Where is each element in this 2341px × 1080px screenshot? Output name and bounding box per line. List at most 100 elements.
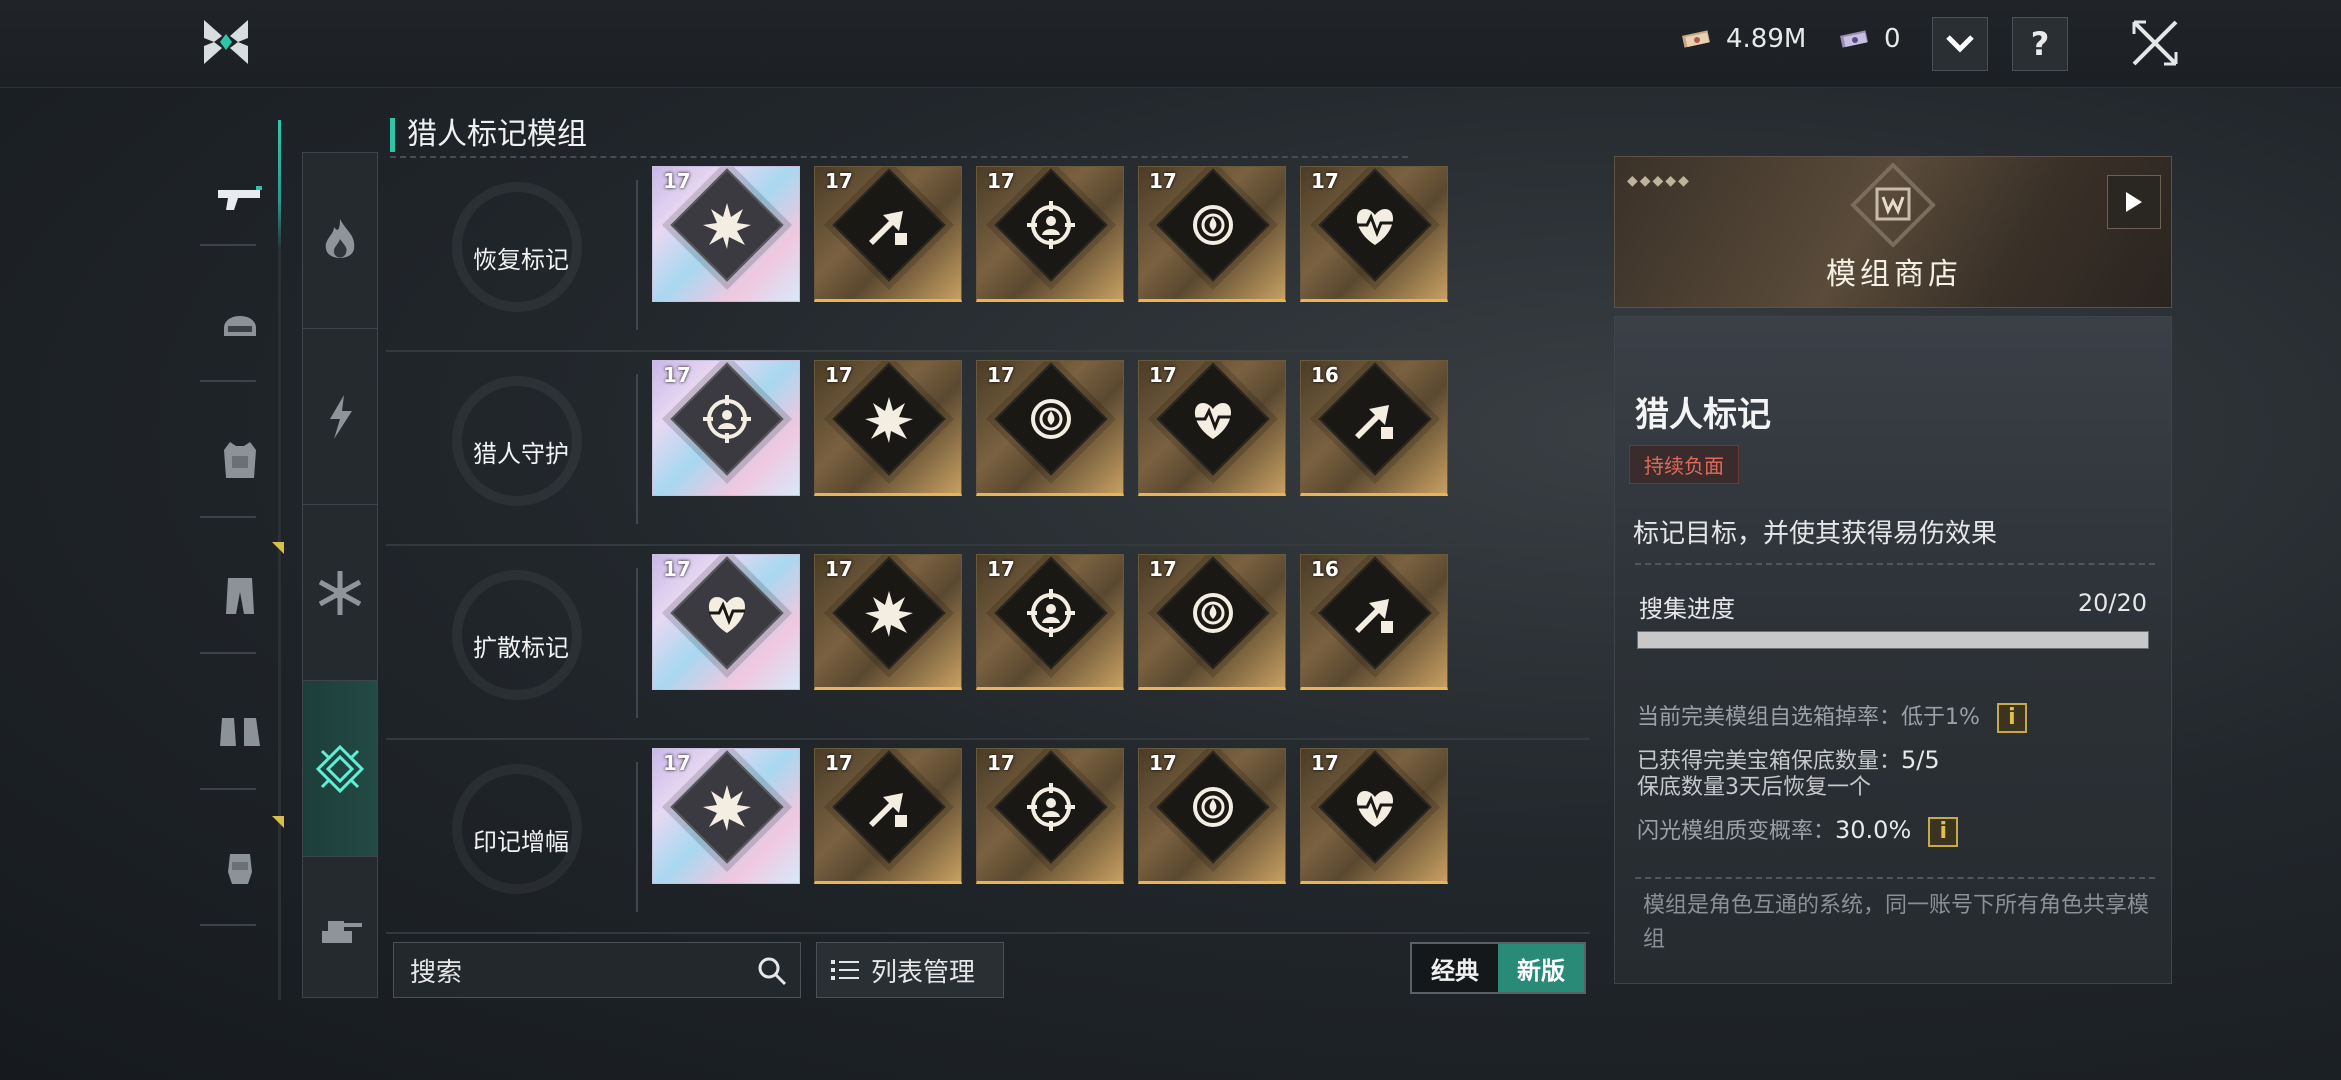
arrow-burst-icon: [869, 211, 907, 245]
module-card[interactable]: 17: [652, 360, 800, 496]
search-input[interactable]: 搜索: [393, 942, 801, 998]
explosion-icon: [703, 203, 751, 249]
detail-divider: [1635, 563, 2155, 565]
hunter-mark-icon: [315, 744, 365, 793]
module-category-column: [302, 152, 378, 998]
currency-tickets: 0: [1838, 24, 1901, 54]
arrow-burst-icon: [1355, 599, 1393, 633]
toggle-new[interactable]: 新版: [1498, 944, 1584, 992]
vest-icon: [224, 442, 256, 478]
list-manage-label: 列表管理: [871, 957, 976, 988]
rail-item-gloves[interactable]: [200, 808, 280, 928]
module-row: 扩散标记 17 17 17 17 16: [386, 550, 1590, 740]
info-icon[interactable]: i: [1928, 817, 1959, 847]
category-frost[interactable]: [303, 505, 377, 681]
currency-credits: 4.89M: [1680, 24, 1806, 54]
arrow-burst-icon: [1355, 405, 1393, 439]
category-hunter-mark[interactable]: [303, 681, 377, 857]
module-card[interactable]: 17: [976, 748, 1124, 884]
category-fire[interactable]: [303, 153, 377, 329]
row-label: 猎人守护: [473, 439, 569, 468]
layout-toggle[interactable]: 经典 新版: [1410, 942, 1586, 994]
snowflake-icon: [318, 570, 362, 615]
module-card[interactable]: 16: [1300, 554, 1448, 690]
heart-pulse-icon: [708, 597, 746, 633]
module-level: 17: [1149, 557, 1177, 581]
row-divider: [636, 568, 638, 718]
drop-rate-label: 当前完美模组自选箱掉率：: [1637, 705, 1902, 730]
mutation-label: 闪光模组质变概率：: [1637, 819, 1836, 844]
game-logo-icon: [204, 20, 248, 64]
module-card[interactable]: 17: [976, 360, 1124, 496]
toggle-classic[interactable]: 经典: [1412, 944, 1498, 992]
boots-icon: [220, 718, 260, 746]
rail-item-armor[interactable]: [200, 400, 280, 520]
module-level: 17: [987, 363, 1015, 387]
list-manage-button[interactable]: 列表管理: [816, 942, 1004, 998]
detail-divider: [1635, 877, 2155, 879]
module-card[interactable]: 17: [652, 748, 800, 884]
pity-reset-line: 保底数量3天后恢复一个: [1637, 775, 1871, 800]
module-card[interactable]: 17: [976, 166, 1124, 302]
module-level: 17: [825, 751, 853, 775]
chevron-down-icon: [1946, 35, 1974, 53]
rail-item-weapon[interactable]: [200, 140, 280, 260]
module-card[interactable]: 17: [976, 554, 1124, 690]
rail-separator: [200, 380, 256, 382]
shop-open-button[interactable]: [2107, 175, 2161, 229]
module-card[interactable]: 17: [814, 554, 962, 690]
module-level: 17: [1149, 751, 1177, 775]
module-card[interactable]: 17: [1138, 166, 1286, 302]
target-drop-icon: [1193, 205, 1233, 245]
module-level: 17: [987, 557, 1015, 581]
help-label: ?: [2030, 25, 2050, 63]
row-label: 恢复标记: [473, 245, 569, 274]
rail-item-helmet[interactable]: [200, 264, 280, 384]
module-card[interactable]: 17: [652, 554, 800, 690]
module-card[interactable]: 17: [1138, 748, 1286, 884]
module-card[interactable]: 17: [1300, 748, 1448, 884]
module-level: 17: [1311, 169, 1339, 193]
category-turret[interactable]: [303, 857, 377, 997]
help-button[interactable]: ?: [2012, 17, 2068, 71]
crosshair-person-icon: [703, 395, 751, 443]
shop-title: 模组商店: [1826, 257, 1962, 292]
shop-emblem-icon: [1850, 163, 1936, 247]
rail-separator: [200, 924, 256, 926]
module-card[interactable]: 17: [814, 360, 962, 496]
close-icon[interactable]: [2128, 16, 2182, 70]
category-lightning[interactable]: [303, 329, 377, 505]
module-card[interactable]: 17: [814, 748, 962, 884]
rail-item-pants[interactable]: [200, 536, 280, 656]
explosion-icon: [865, 591, 913, 637]
crosshair-person-icon: [1027, 783, 1075, 831]
list-icon: [831, 960, 859, 980]
explosion-icon: [865, 397, 913, 443]
equipment-rail: [200, 140, 284, 1000]
pistol-icon: [218, 186, 262, 210]
module-shop-banner[interactable]: ◆◆◆◆◆ 模组商店: [1614, 156, 2172, 308]
crosshair-person-icon: [1027, 589, 1075, 637]
search-icon[interactable]: [756, 955, 788, 987]
module-level: 17: [825, 363, 853, 387]
row-label: 印记增幅: [473, 827, 569, 856]
dropdown-button[interactable]: [1932, 17, 1988, 71]
module-detail-panel: 猎人标记 持续负面 标记目标，并使其获得易伤效果 搜集进度 20/20 当前完美…: [1614, 316, 2172, 984]
module-card[interactable]: 17: [814, 166, 962, 302]
progress-bar: [1637, 631, 2149, 649]
module-card[interactable]: 16: [1300, 360, 1448, 496]
row-divider: [636, 374, 638, 524]
money-bundle-icon: [1682, 30, 1710, 48]
module-card[interactable]: 17: [1138, 360, 1286, 496]
module-row: 猎人守护 17 17 17 17 16: [386, 356, 1590, 546]
progress-value: 20/20: [2077, 589, 2147, 617]
mutation-value: 30.0%: [1835, 816, 1912, 844]
ticket-bundle-icon: [1840, 30, 1868, 48]
explosion-icon: [703, 785, 751, 831]
info-icon[interactable]: i: [1996, 703, 2027, 733]
rail-item-boots[interactable]: [200, 672, 280, 792]
module-level: 17: [663, 557, 691, 581]
module-card[interactable]: 17: [1138, 554, 1286, 690]
module-card[interactable]: 17: [1300, 166, 1448, 302]
module-card[interactable]: 17: [652, 166, 800, 302]
